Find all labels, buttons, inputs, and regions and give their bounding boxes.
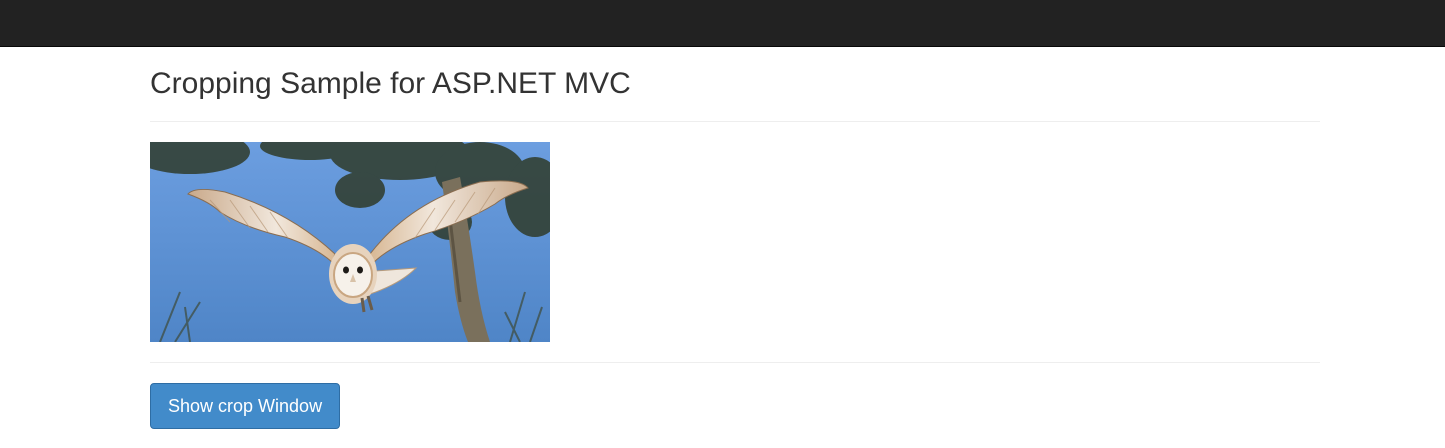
divider-top: [150, 121, 1320, 122]
owl-image: [150, 142, 550, 342]
show-crop-window-button[interactable]: Show crop Window: [150, 383, 341, 429]
main-container: Cropping Sample for ASP.NET MVC Show cro…: [150, 47, 1320, 429]
page-title: Cropping Sample for ASP.NET MVC: [150, 67, 631, 100]
divider-bottom: [150, 362, 1320, 363]
top-navbar: [0, 0, 1445, 47]
